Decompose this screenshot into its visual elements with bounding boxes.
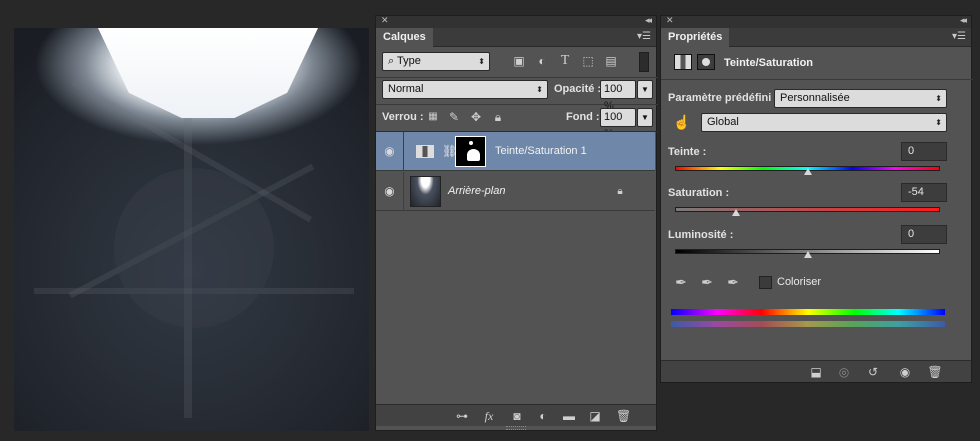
fx-icon[interactable]: fx xyxy=(481,409,497,423)
chevron-down-icon: ▼ xyxy=(641,113,649,122)
layer-thumbnail[interactable] xyxy=(410,176,441,207)
resize-grip[interactable] xyxy=(506,426,526,430)
hue-label: Teinte : xyxy=(668,146,707,158)
properties-tab-row: Propriétés ▾☰ xyxy=(661,28,971,47)
properties-bottom-bar: ⬓ ◎ ↺ ◉ 🗑︎ xyxy=(661,360,971,382)
view-previous-icon[interactable]: ◎ xyxy=(835,365,853,379)
eyedropper-minus-icon[interactable]: ✒ xyxy=(725,275,741,289)
folder-icon[interactable]: ▬ xyxy=(562,409,576,423)
adjustment-layer-icon xyxy=(416,145,434,158)
targeted-adjustment-hand-icon[interactable]: ☝ xyxy=(672,115,692,133)
arch-rib xyxy=(114,168,274,328)
trash-icon[interactable]: 🗑︎ xyxy=(927,365,943,379)
filter-smart-object-icon[interactable]: ▤ xyxy=(604,54,618,68)
saturation-slider-knob[interactable] xyxy=(731,209,740,216)
filter-type-icon[interactable]: T xyxy=(558,54,572,68)
output-color-bar xyxy=(671,321,945,327)
colorize-label[interactable]: Coloriser xyxy=(777,276,821,288)
select-arrows-icon: ⬍ xyxy=(935,94,942,103)
lock-brush-icon[interactable]: ✎ xyxy=(448,110,460,124)
layer-name[interactable]: Teinte/Saturation 1 xyxy=(495,145,587,157)
layer-name[interactable]: Arrière-plan xyxy=(448,185,505,197)
lock-label: Verrou : xyxy=(382,111,424,123)
preset-value: Personnalisée xyxy=(780,92,850,104)
filter-adjustment-icon[interactable]: ◐ xyxy=(535,54,549,68)
panel-menu-icon[interactable]: ▾☰ xyxy=(637,31,651,42)
adjustment-icon[interactable] xyxy=(674,54,692,70)
lightness-slider-knob[interactable] xyxy=(803,251,812,258)
channel-select[interactable]: Global ⬍ xyxy=(701,113,947,132)
preset-select[interactable]: Personnalisée ⬍ xyxy=(774,89,947,108)
eyedropper-plus-icon[interactable]: ✒ xyxy=(699,275,715,289)
fill-dropdown[interactable]: ▼ xyxy=(637,108,653,127)
colorize-checkbox[interactable] xyxy=(759,276,772,289)
properties-panel: ✕ ◂◂ Propriétés ▾☰ Teinte/Saturation Par… xyxy=(660,15,973,383)
clip-to-layer-icon[interactable]: ⬓ xyxy=(807,365,825,379)
visibility-eye-icon[interactable]: ◉ xyxy=(897,365,913,379)
select-arrows-icon: ⬍ xyxy=(935,118,942,127)
panel-top-bar: ✕ ◂◂ xyxy=(661,15,971,28)
close-icon[interactable]: ✕ xyxy=(666,15,674,26)
lock-transparent-icon[interactable]: ▦ xyxy=(427,110,439,124)
filter-kind-value: Type xyxy=(397,55,421,67)
tab-properties[interactable]: Propriétés xyxy=(661,28,730,47)
layers-tab-row: Calques ▾☰ xyxy=(376,28,656,47)
hue-field[interactable]: 0 xyxy=(901,142,947,161)
lock-icon: 🔒︎ xyxy=(617,186,623,197)
sky-opening xyxy=(98,28,318,118)
select-arrows-icon: ⬍ xyxy=(536,85,543,94)
fill-field[interactable]: 100 % xyxy=(600,108,636,140)
filter-toggle[interactable] xyxy=(639,52,649,72)
opacity-field[interactable]: 100 % xyxy=(600,80,636,112)
collapse-icon[interactable]: ◂◂ xyxy=(960,15,967,26)
lightness-label: Luminosité : xyxy=(668,229,734,241)
panel-top-bar: ✕ ◂◂ xyxy=(376,15,656,28)
hue-slider-knob[interactable] xyxy=(803,168,812,175)
close-icon[interactable]: ✕ xyxy=(381,15,389,26)
new-layer-icon[interactable]: ◪ xyxy=(588,409,602,423)
chevron-down-icon: ▼ xyxy=(641,85,649,94)
lightness-field[interactable]: 0 xyxy=(901,225,947,244)
saturation-field[interactable]: -54 xyxy=(901,183,947,202)
collapse-icon[interactable]: ◂◂ xyxy=(645,15,652,26)
input-color-bar xyxy=(671,309,945,315)
channel-value: Global xyxy=(707,116,739,128)
mask-icon[interactable]: ◙ xyxy=(510,409,524,423)
blend-mode-value: Normal xyxy=(388,83,424,95)
blend-mode-select[interactable]: Normal ⬍ xyxy=(382,80,548,99)
adjustment-icon[interactable]: ◐ xyxy=(536,409,550,423)
trash-icon[interactable]: 🗑︎ xyxy=(616,409,631,423)
lock-all-icon[interactable]: 🔒︎ xyxy=(492,110,504,124)
adjustment-title: Teinte/Saturation xyxy=(724,57,814,69)
eye-icon[interactable]: ◉ xyxy=(376,172,404,211)
search-icon: ⌕ xyxy=(388,55,395,67)
saturation-slider-track[interactable] xyxy=(675,207,940,212)
reset-icon[interactable]: ↺ xyxy=(865,365,881,379)
document-canvas[interactable] xyxy=(14,28,369,431)
panel-menu-icon[interactable]: ▾☰ xyxy=(952,31,966,42)
filter-pixel-icon[interactable]: ▣ xyxy=(512,54,526,68)
preset-label: Paramètre prédéfini : xyxy=(668,92,779,104)
layer-row-hue-saturation[interactable]: ◉ ⛓ Teinte/Saturation 1 xyxy=(376,132,655,171)
tab-layers[interactable]: Calques xyxy=(376,28,433,47)
eyedropper-icon[interactable]: ✒ xyxy=(673,275,689,289)
link-icon[interactable]: ⊶ xyxy=(455,409,469,423)
saturation-label: Saturation : xyxy=(668,187,730,199)
layers-panel: ✕ ◂◂ Calques ▾☰ ⌕ Type ⬍ ▣ ◐ T ⬚ ▤ Norma… xyxy=(375,15,658,431)
layers-bottom-bar: ⊶ fx ◙ ◐ ▬ ◪ 🗑︎ xyxy=(376,404,656,426)
layer-mask-thumbnail[interactable] xyxy=(455,136,486,167)
opacity-dropdown[interactable]: ▼ xyxy=(637,80,653,99)
filter-shape-icon[interactable]: ⬚ xyxy=(581,54,595,68)
mask-icon[interactable] xyxy=(697,54,715,70)
select-arrows-icon: ⬍ xyxy=(478,57,485,66)
fill-label: Fond : xyxy=(566,111,600,123)
eye-icon[interactable]: ◉ xyxy=(376,132,404,171)
opacity-label: Opacité : xyxy=(554,83,602,95)
layer-row-background[interactable]: ◉ Arrière-plan 🔒︎ xyxy=(376,172,655,211)
filter-kind-select[interactable]: ⌕ Type ⬍ xyxy=(382,52,490,71)
lock-position-icon[interactable]: ✥ xyxy=(470,110,482,124)
